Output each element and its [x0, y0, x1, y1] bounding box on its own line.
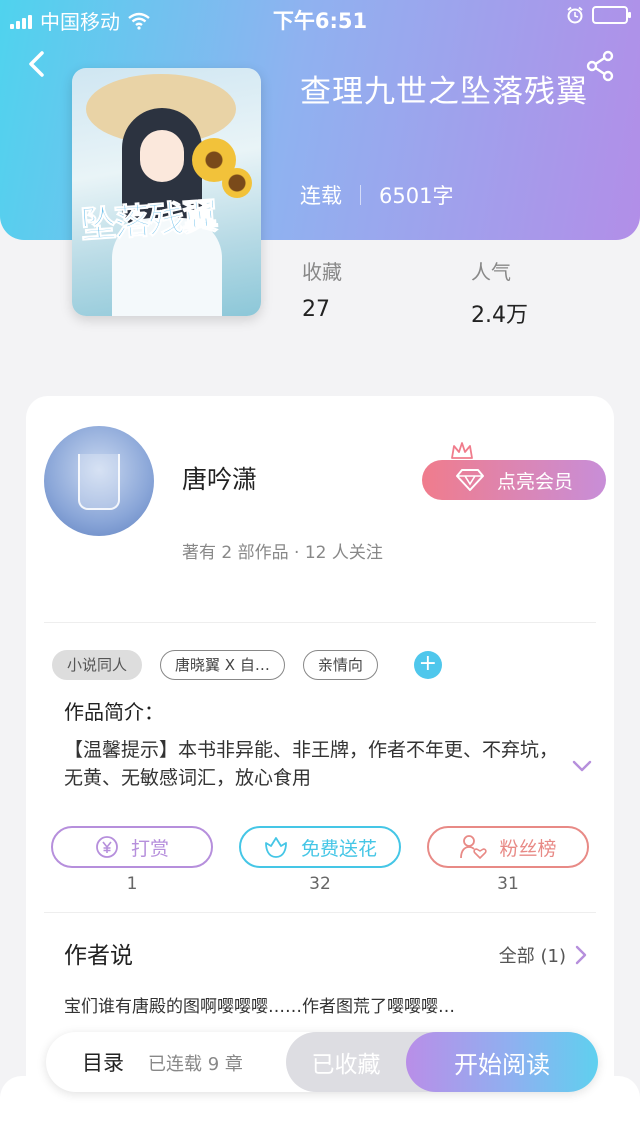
section-divider — [44, 622, 596, 623]
favorited-label: 已收藏 — [311, 1052, 381, 1078]
popularity-value: 2.4万 — [471, 303, 528, 328]
tag-item[interactable]: 小说同人 — [52, 650, 143, 680]
tip-button[interactable]: 打赏 — [51, 826, 213, 868]
start-reading-button[interactable]: 开始阅读 — [406, 1032, 598, 1092]
book-title: 查理九世之坠落残翼 — [300, 74, 588, 110]
battery-icon — [592, 6, 631, 24]
chapters-label[interactable]: 已连载 9 章 — [148, 1050, 243, 1076]
alarm-icon — [567, 6, 583, 24]
send-flower-button[interactable]: 免费送花 — [239, 826, 401, 868]
author-name[interactable]: 唐吟潇 — [182, 460, 257, 496]
favorites-label: 收藏 — [302, 260, 342, 284]
word-count: 6501字 — [379, 184, 454, 208]
intro-heading: 作品简介： — [64, 700, 164, 724]
user-heart-icon — [460, 835, 488, 859]
section-divider — [44, 912, 596, 913]
vip-button[interactable]: 点亮会员 — [422, 460, 606, 500]
detail-card: 唐吟潇 著有 2 部作品 · 12 人关注 点亮会员 小说同人 唐晓翼 X 自…… — [26, 396, 614, 1116]
flower-count: 32 — [309, 874, 331, 894]
book-cover[interactable]: 坠落残翼 — [72, 68, 261, 316]
chevron-down-icon[interactable] — [570, 754, 594, 778]
tip-label: 打赏 — [130, 837, 169, 860]
send-flower-label: 免费送花 — [300, 837, 377, 860]
back-icon[interactable] — [22, 48, 54, 80]
yen-coin-icon — [96, 836, 118, 858]
crown-icon — [451, 442, 473, 459]
author-subtitle: 著有 2 部作品 · 12 人关注 — [182, 543, 383, 563]
clock: 下午6:51 — [272, 9, 368, 33]
popularity-stat: 人气 2.4万 — [471, 256, 528, 329]
favorites-stat: 收藏 27 — [302, 256, 342, 322]
cover-title-art: 坠落残翼 — [78, 195, 218, 247]
flower-icon — [265, 837, 287, 858]
chevron-right-icon — [575, 945, 587, 965]
fan-ranking-label: 粉丝榜 — [499, 837, 557, 860]
meta-divider — [360, 185, 361, 205]
fan-count: 31 — [497, 874, 519, 894]
tag-list: 小说同人 唐晓翼 X 自… 亲情向 + — [52, 650, 442, 680]
author-avatar[interactable] — [44, 426, 154, 536]
favorites-value: 27 — [302, 297, 330, 322]
tip-count: 1 — [126, 874, 138, 894]
intro-text: 【温馨提示】本书非异能、非王牌，作者不年更、不弃坑，无黄、无敏感词汇，放心食用 — [64, 739, 559, 789]
vip-label: 点亮会员 — [496, 470, 573, 493]
author-says-all-label: 全部 (1) — [498, 946, 566, 967]
fan-ranking-button[interactable]: 粉丝榜 — [427, 826, 589, 868]
author-says-heading: 作者说 — [64, 943, 133, 969]
tag-item[interactable]: 亲情向 — [302, 650, 378, 680]
book-meta: 连载 6501字 — [300, 180, 453, 210]
author-says-all-link[interactable]: 全部 (1) — [499, 942, 588, 968]
toc-button[interactable]: 目录 — [82, 1047, 124, 1077]
status-bar: 中国移动 下午6:51 — [0, 0, 640, 36]
start-reading-label: 开始阅读 — [454, 1050, 550, 1079]
popularity-label: 人气 — [471, 260, 511, 284]
diamond-icon — [455, 469, 484, 491]
add-tag-icon[interactable]: + — [413, 651, 442, 679]
author-says-text[interactable]: 宝们谁有唐殿的图啊嘤嘤嘤……作者图荒了嘤嘤嘤… — [64, 992, 455, 1017]
bottom-action-bar: 目录 已连载 9 章 已收藏 开始阅读 — [46, 1032, 598, 1092]
tag-item[interactable]: 唐晓翼 X 自… — [160, 650, 285, 680]
serial-status: 连载 — [300, 184, 342, 208]
